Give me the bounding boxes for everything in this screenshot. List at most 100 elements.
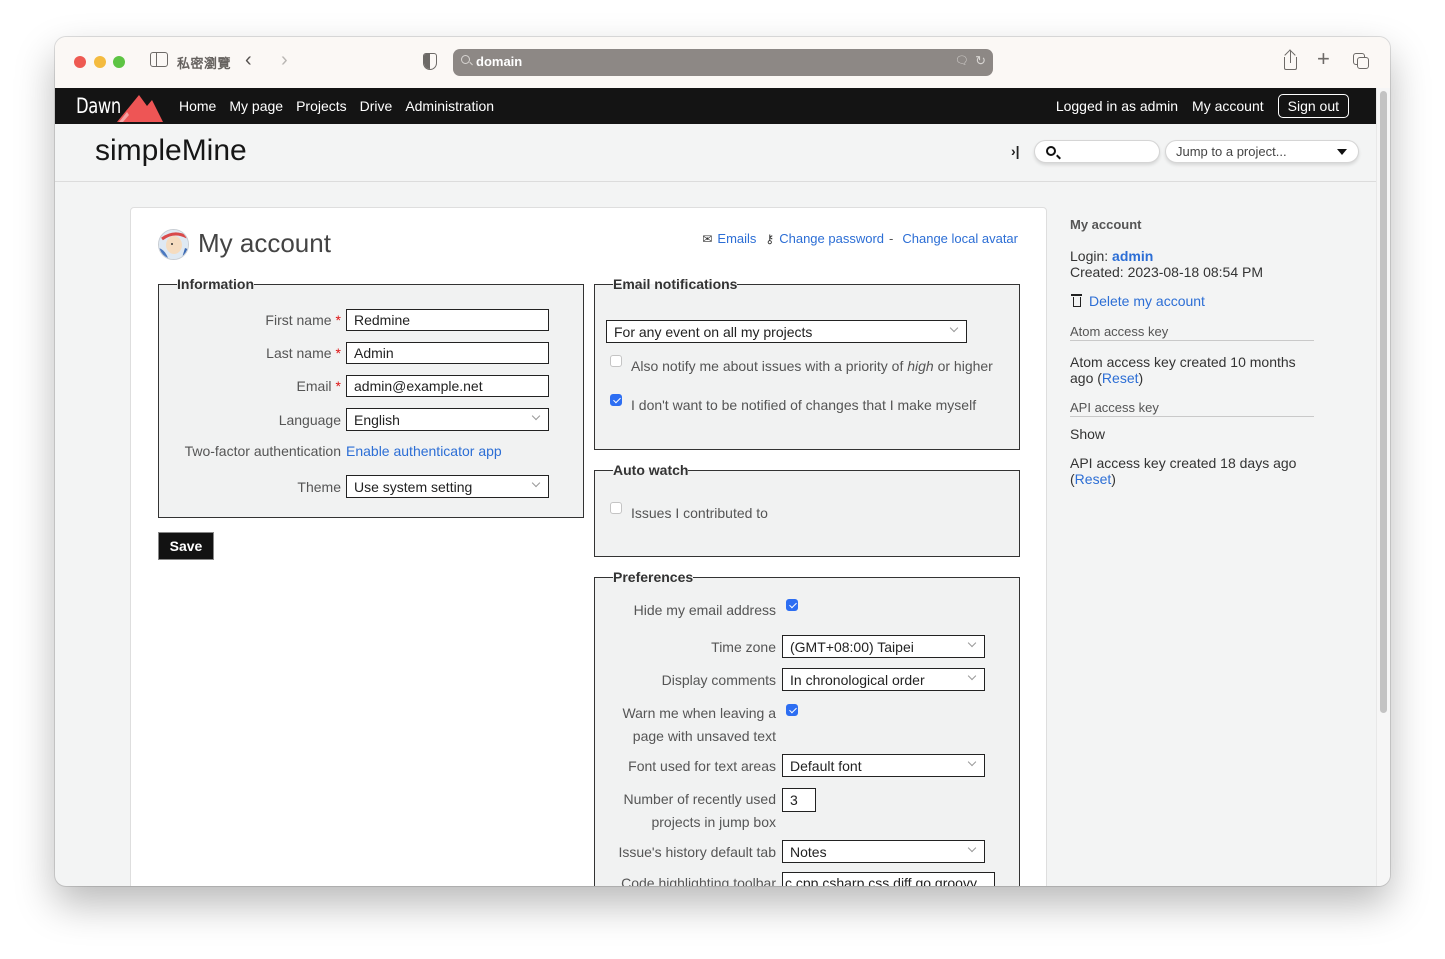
last-name-row: Last name *: [158, 342, 549, 364]
notification-mode-select[interactable]: For any event on all my projects: [606, 320, 967, 343]
warn-unsaved-label: Warn me when leaving a page with unsaved …: [622, 705, 776, 744]
save-button[interactable]: Save: [158, 532, 214, 560]
notification-mode-value: For any event on all my projects: [614, 324, 813, 340]
theme-value: Use system setting: [354, 479, 473, 495]
code-toolbar-input[interactable]: [782, 872, 995, 886]
email-add-icon: ✉: [702, 231, 713, 246]
theme-select[interactable]: Use system setting: [346, 475, 549, 498]
priority-notify-row: Also notify me about issues with a prior…: [610, 355, 993, 374]
issues-contributed-checkbox[interactable]: [610, 502, 622, 514]
caret-down-icon: [1337, 149, 1347, 155]
recent-projects-label: Number of recently used projects in jump …: [623, 791, 776, 830]
separator: -: [889, 231, 894, 246]
delete-account-link[interactable]: Delete my account: [1089, 293, 1205, 309]
my-account-link[interactable]: My account: [1192, 98, 1264, 114]
zoom-window-button[interactable]: [113, 56, 125, 68]
recent-projects-row: Number of recently used projects in jump …: [594, 788, 816, 834]
code-toolbar-row: Code highlighting toolbar: [594, 872, 995, 886]
sign-out-button[interactable]: Sign out: [1277, 94, 1349, 118]
hide-mail-label: Hide my email address: [633, 602, 776, 618]
project-jump-box[interactable]: Jump to a project...: [1165, 140, 1359, 163]
hide-mail-row: Hide my email address: [594, 599, 798, 618]
warn-unsaved-checkbox[interactable]: [786, 704, 798, 716]
browser-toolbar: 私密瀏覽 ‹ › domain 🗨 ↻ +: [55, 37, 1390, 88]
url-text: domain: [476, 54, 523, 69]
recent-projects-input[interactable]: [782, 788, 816, 812]
menu-projects[interactable]: Projects: [296, 98, 347, 114]
comments-order-select[interactable]: In chronological order: [782, 668, 985, 691]
quick-search-input[interactable]: [1034, 140, 1160, 163]
menu-administration[interactable]: Administration: [405, 98, 494, 114]
time-zone-value: (GMT+08:00) Taipei: [790, 639, 914, 655]
hide-mail-checkbox[interactable]: [786, 599, 798, 611]
chevron-down-icon: [949, 323, 959, 333]
change-avatar-link[interactable]: Change local avatar: [902, 231, 1018, 246]
emails-link[interactable]: Emails: [717, 231, 756, 246]
forward-icon[interactable]: ›: [281, 50, 288, 70]
sidebar-toggle-icon[interactable]: ›|: [1011, 143, 1020, 159]
textarea-font-select[interactable]: Default font: [782, 754, 985, 777]
change-password-link[interactable]: Change password: [779, 231, 884, 246]
logo[interactable]: Dawn: [76, 94, 121, 118]
theme-label: Theme: [297, 478, 341, 495]
chevron-down-icon: [967, 671, 977, 681]
scrollbar-thumb[interactable]: [1380, 91, 1387, 713]
textarea-font-value: Default font: [790, 758, 862, 774]
atom-key-info: Atom access key created 10 months ago (Re…: [1070, 354, 1296, 386]
jump-box-label: Jump to a project...: [1176, 144, 1287, 159]
code-toolbar-label: Code highlighting toolbar: [621, 875, 776, 886]
time-zone-row: Time zone (GMT+08:00) Taipei: [594, 635, 985, 658]
key-user-icon: ⚷: [765, 231, 775, 246]
chevron-down-icon: [967, 843, 977, 853]
minimize-window-button[interactable]: [94, 56, 106, 68]
user-avatar: [158, 229, 189, 260]
reload-icon[interactable]: ↻: [975, 53, 986, 69]
priority-notify-checkbox[interactable]: [610, 355, 622, 367]
account-menu: Logged in as admin My account Sign out: [1056, 94, 1349, 118]
email-input[interactable]: [346, 375, 549, 397]
atom-reset-link[interactable]: Reset: [1102, 370, 1139, 386]
new-tab-icon[interactable]: +: [1317, 48, 1330, 70]
warn-unsaved-row: Warn me when leaving a page with unsaved …: [594, 702, 798, 748]
page-header: simpleMine ›| Jump to a project...: [55, 124, 1376, 182]
trash-icon: [1071, 294, 1082, 307]
no-self-notified-row: I don't want to be notified of changes t…: [610, 394, 976, 413]
api-show-link[interactable]: Show: [1070, 426, 1105, 442]
menu-drive[interactable]: Drive: [360, 98, 393, 114]
history-tab-select[interactable]: Notes: [782, 840, 985, 863]
enable-authenticator-link[interactable]: Enable authenticator app: [346, 443, 502, 459]
time-zone-select[interactable]: (GMT+08:00) Taipei: [782, 635, 985, 658]
main-content: My account ✉ Emails ⚷ Change password - …: [130, 207, 1047, 886]
language-select[interactable]: English: [346, 408, 549, 431]
first-name-input[interactable]: [346, 309, 549, 331]
information-legend: Information: [177, 276, 254, 292]
logged-in-as: Logged in as admin: [1055, 98, 1179, 114]
preferences-legend: Preferences: [613, 569, 694, 585]
translate-icon[interactable]: 🗨: [955, 54, 969, 67]
menu-home[interactable]: Home: [179, 98, 216, 114]
delete-account-row: Delete my account: [1071, 293, 1205, 309]
privacy-shield-icon[interactable]: [423, 53, 437, 70]
menu-my-page[interactable]: My page: [229, 98, 283, 114]
priority-notify-label: Also notify me about issues with a prior…: [631, 358, 993, 374]
back-icon[interactable]: ‹: [245, 50, 252, 70]
atom-key-title: Atom access key: [1070, 324, 1314, 341]
last-name-input[interactable]: [346, 342, 549, 364]
close-window-button[interactable]: [74, 56, 86, 68]
login-link[interactable]: admin: [1112, 248, 1153, 264]
private-browsing-label: 私密瀏覽: [177, 56, 232, 71]
api-reset-link[interactable]: Reset: [1075, 471, 1112, 487]
first-name-label: First name *: [265, 312, 341, 328]
issues-contributed-label: Issues I contributed to: [631, 505, 768, 521]
history-tab-value: Notes: [790, 844, 827, 860]
history-tab-row: Issue's history default tab Notes: [594, 840, 985, 863]
address-bar[interactable]: domain 🗨 ↻: [453, 49, 993, 76]
two-factor-label: Two-factor authentication: [184, 443, 341, 459]
sidebar-icon[interactable]: [150, 52, 168, 67]
project-title[interactable]: simpleMine: [95, 134, 247, 168]
chevron-down-icon: [967, 638, 977, 648]
language-row: Language English: [158, 408, 549, 431]
time-zone-label: Time zone: [711, 638, 776, 655]
no-self-notified-checkbox[interactable]: [610, 394, 622, 406]
browser-window: 私密瀏覽 ‹ › domain 🗨 ↻ + Dawn Home My page …: [55, 37, 1390, 886]
